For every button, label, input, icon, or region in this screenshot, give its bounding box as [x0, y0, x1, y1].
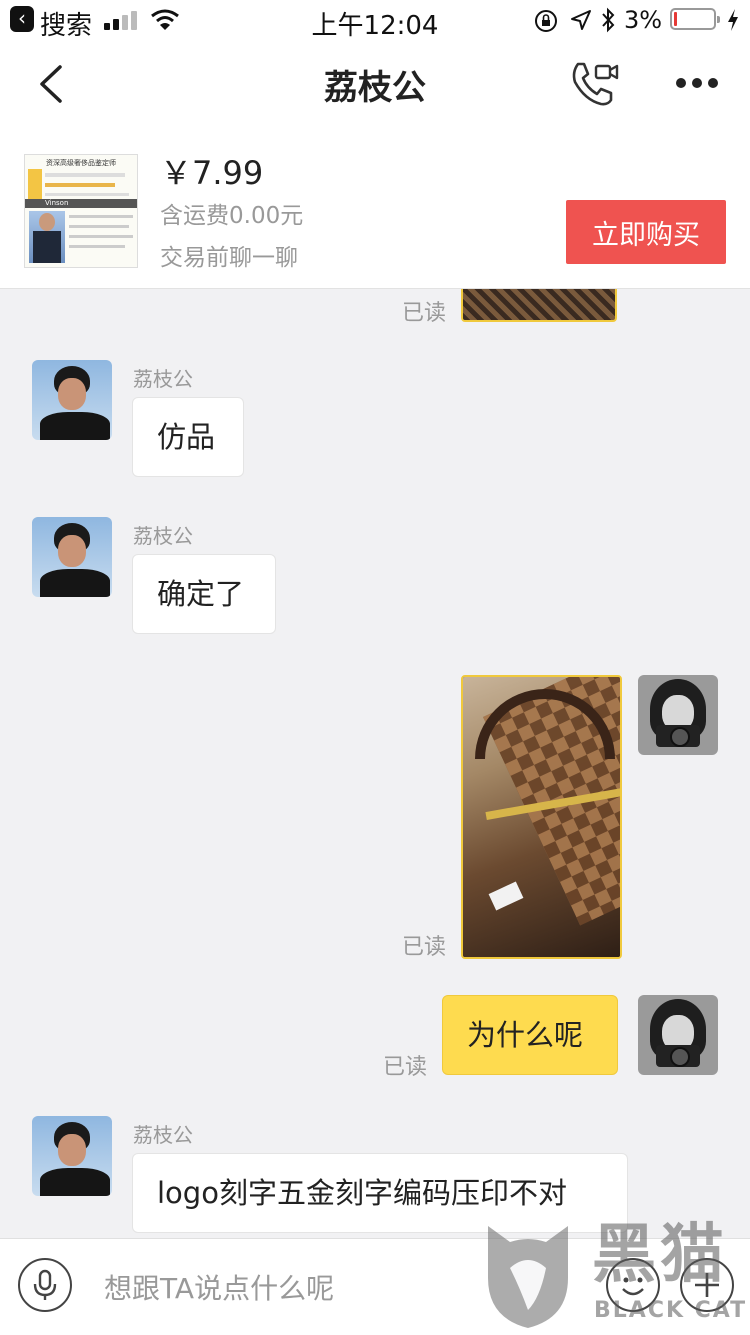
- read-receipt: 已读: [383, 1055, 428, 1080]
- charging-icon: [728, 9, 738, 31]
- add-button[interactable]: [680, 1258, 734, 1312]
- product-thumbnail[interactable]: 资深高级奢侈品鉴定师 Vinson: [24, 154, 138, 268]
- message-bubble[interactable]: logo刻字五金刻字编码压印不对: [132, 1153, 628, 1233]
- message-image[interactable]: [461, 675, 622, 959]
- read-receipt: 已读: [402, 935, 447, 960]
- emoji-button[interactable]: [606, 1258, 660, 1312]
- message-input[interactable]: 想跟TA说点什么呢: [104, 1267, 524, 1311]
- contact-avatar[interactable]: [32, 360, 112, 440]
- nav-bar: 荔枝公: [0, 40, 750, 130]
- chat-area[interactable]: 已读 荔枝公 仿品 荔枝公 确定了 已读 为什么呢 已读 荔枝公 logo刻字五…: [0, 289, 750, 1237]
- my-avatar[interactable]: [638, 995, 718, 1075]
- battery-percent: 3%: [624, 6, 663, 34]
- message-image[interactable]: [461, 289, 617, 322]
- sender-name: 荔枝公: [133, 524, 193, 548]
- bluetooth-icon: [602, 7, 615, 33]
- message-bubble[interactable]: 确定了: [132, 554, 276, 634]
- voice-input-button[interactable]: [18, 1258, 72, 1312]
- plus-icon: [695, 1273, 719, 1297]
- read-receipt: 已读: [402, 301, 447, 326]
- battery-icon: [670, 8, 720, 30]
- sender-name: 荔枝公: [133, 367, 193, 391]
- product-price: ￥7.99: [160, 154, 264, 192]
- my-message-bubble[interactable]: 为什么呢: [442, 995, 618, 1075]
- contact-avatar[interactable]: [32, 1116, 112, 1196]
- thumb-name: Vinson: [45, 199, 69, 207]
- thumb-heading: 资深高级奢侈品鉴定师: [46, 159, 116, 167]
- emoji-icon: [622, 1277, 644, 1296]
- rotation-lock-icon: [535, 10, 557, 32]
- video-call-icon[interactable]: [570, 60, 620, 108]
- my-avatar[interactable]: [638, 675, 718, 755]
- microphone-icon: [33, 1269, 57, 1300]
- buy-now-button[interactable]: 立即购买: [566, 200, 726, 264]
- more-icon[interactable]: [676, 78, 720, 90]
- page-title: 荔枝公: [324, 68, 426, 108]
- chat-hint: 交易前聊一聊: [160, 245, 298, 271]
- status-bar: ‹ 搜索 上午12:04 3%: [0, 0, 750, 41]
- sender-name: 荔枝公: [133, 1123, 193, 1147]
- shipping-fee: 含运费0.00元: [160, 203, 304, 229]
- location-icon: [571, 10, 591, 30]
- contact-avatar[interactable]: [32, 517, 112, 597]
- product-card[interactable]: 资深高级奢侈品鉴定师 Vinson ￥7.99 含运费0.00元 交易前聊一聊 …: [0, 130, 750, 289]
- input-bar: 想跟TA说点什么呢: [0, 1238, 750, 1335]
- message-bubble[interactable]: 仿品: [132, 397, 244, 477]
